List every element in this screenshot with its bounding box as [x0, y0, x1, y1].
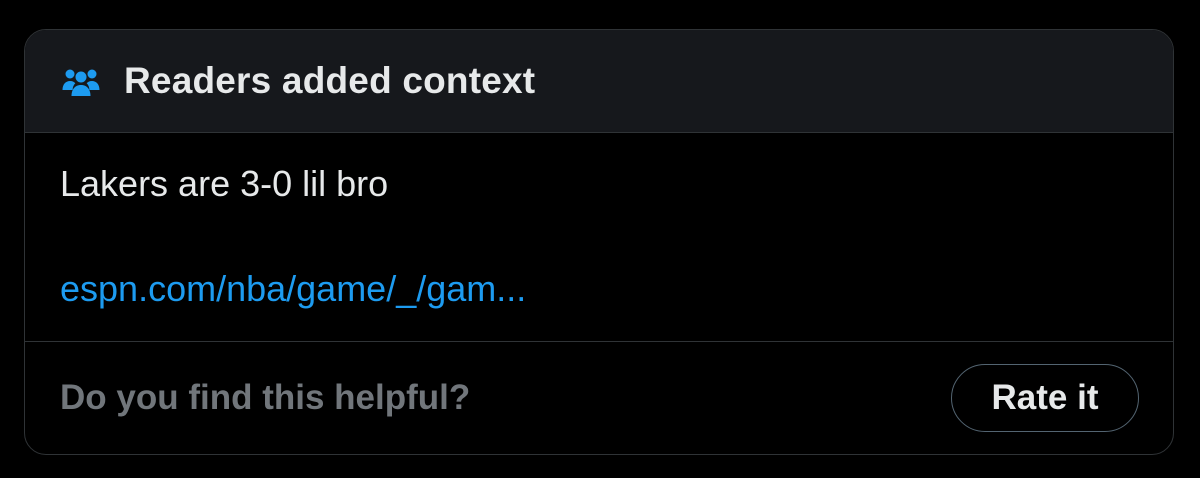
note-header: Readers added context — [25, 30, 1173, 133]
note-body: Lakers are 3-0 lil bro espn.com/nba/game… — [25, 133, 1173, 342]
helpful-question: Do you find this helpful? — [60, 378, 471, 417]
note-text: Lakers are 3-0 lil bro — [60, 163, 389, 204]
note-header-title: Readers added context — [124, 60, 536, 101]
source-link[interactable]: espn.com/nba/game/_/gam... — [60, 268, 526, 310]
people-icon — [60, 65, 102, 99]
community-note-card: Readers added context Lakers are 3-0 lil… — [24, 29, 1174, 455]
note-footer: Do you find this helpful? Rate it — [25, 342, 1173, 454]
rate-it-button[interactable]: Rate it — [951, 364, 1139, 432]
